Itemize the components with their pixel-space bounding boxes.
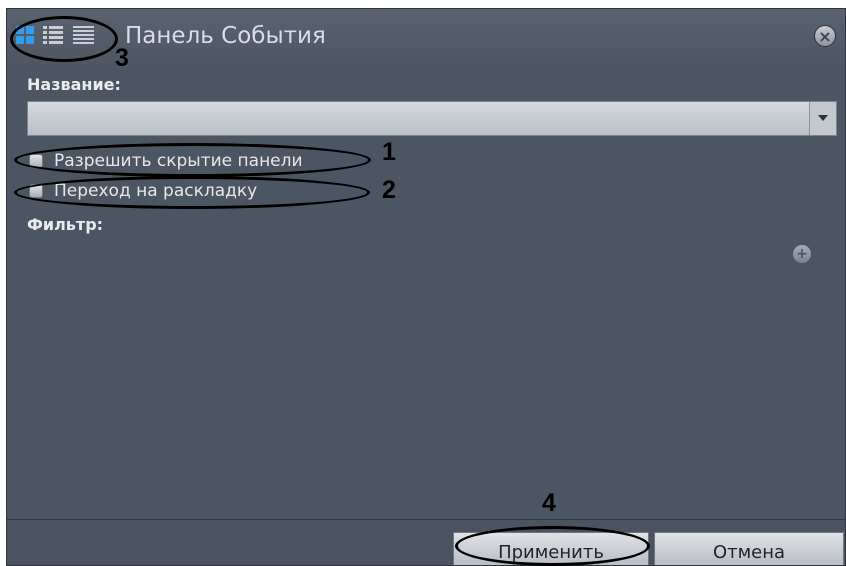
callout-number-1: 1 xyxy=(382,138,396,166)
close-icon[interactable]: × xyxy=(814,25,836,47)
add-filter-icon[interactable]: + xyxy=(793,245,811,263)
name-label: Название: xyxy=(27,75,121,94)
callout-number-4: 4 xyxy=(542,489,556,517)
callout-oval-1 xyxy=(14,143,371,177)
panel-title: Панель События xyxy=(125,23,326,49)
event-panel-settings-window: Панель События × Название: Разрешить скр… xyxy=(6,8,846,566)
cancel-button[interactable]: Отмена xyxy=(654,532,844,565)
filter-label: Фильтр: xyxy=(27,215,104,234)
callout-oval-4 xyxy=(455,526,650,566)
panel-footer: Применить Отмена xyxy=(7,519,845,565)
callout-oval-2 xyxy=(14,176,370,209)
callout-number-3: 3 xyxy=(115,44,129,72)
name-dropdown[interactable] xyxy=(27,101,837,136)
chevron-down-icon[interactable] xyxy=(809,102,836,135)
callout-oval-3 xyxy=(10,16,118,62)
panel-header: Панель События × xyxy=(7,9,845,67)
callout-number-2: 2 xyxy=(382,176,396,204)
